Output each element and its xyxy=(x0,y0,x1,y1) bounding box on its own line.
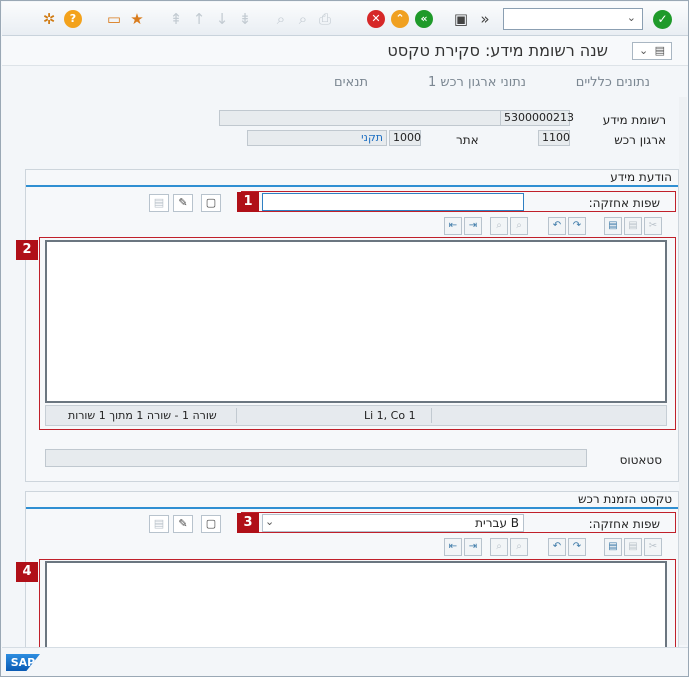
export-icon[interactable]: ⇥ xyxy=(464,538,482,556)
save-icon[interactable]: ▣ xyxy=(452,10,470,28)
help-icon[interactable]: ? xyxy=(64,10,82,28)
plant-label: אתר xyxy=(456,133,479,147)
info-record-desc xyxy=(219,110,501,126)
exit-icon[interactable]: ⌃ xyxy=(391,10,409,28)
cursor-position: Li 1, Co 1 xyxy=(364,409,416,422)
group-divider xyxy=(26,185,678,187)
dropdown-icon: ⌄ xyxy=(639,44,649,57)
command-field[interactable]: ⌄ xyxy=(503,8,643,30)
info-record-value: 5300000213 xyxy=(500,110,574,126)
edit-icon[interactable]: ✎ xyxy=(173,194,193,212)
toolbar: ✲ ? ▭ ★ ⇞ ↑ ↓ ⇟ ⌕ ⌕ ⎙ ✕ ⌃ « ▣ » ⌄ ✓ xyxy=(2,2,688,36)
import-icon[interactable]: ⇤ xyxy=(444,538,462,556)
cut-icon: ✂ xyxy=(644,538,662,556)
po-text-title: טקסט הזמנת רכש xyxy=(578,492,672,506)
cut-icon: ✂ xyxy=(644,217,662,235)
find-icon: ⌕ xyxy=(490,538,508,556)
info-memo-editor[interactable] xyxy=(45,240,667,403)
line-count: שורה 1 - שורה 1 מתוך 1 שורות xyxy=(68,409,217,422)
redo-icon[interactable]: ↷ xyxy=(568,217,586,235)
expand-icon[interactable]: » xyxy=(476,10,494,28)
info-record-label: רשומת מידע xyxy=(602,113,666,127)
new-doc-icon[interactable]: ▢ xyxy=(201,194,221,212)
menu-button[interactable]: ⌄ ▤ xyxy=(632,42,672,60)
layout-icon[interactable]: ▭ xyxy=(105,10,123,28)
info-memo-lang-label: שפות אחזקה: xyxy=(588,196,660,210)
back-icon[interactable]: « xyxy=(415,10,433,28)
copy-icon: ▤ xyxy=(149,515,169,533)
purch-org-value: 1100 xyxy=(538,130,570,146)
tab-purch-org-data[interactable]: נתוני ארגון רכש 1 xyxy=(428,75,526,90)
undo-icon[interactable]: ↶ xyxy=(548,217,566,235)
undo-icon[interactable]: ↶ xyxy=(548,538,566,556)
last-page-icon: ⇟ xyxy=(238,10,252,28)
import-icon[interactable]: ⇤ xyxy=(444,217,462,235)
paste-icon[interactable]: ▤ xyxy=(604,538,622,556)
find-next-icon: ⌕ xyxy=(510,538,528,556)
status-footer: SAP xyxy=(2,647,688,676)
title-bar: שנה רשומת מידע: סקירת טקסט ⌄ ▤ xyxy=(2,36,688,66)
favorites-icon[interactable]: ★ xyxy=(128,10,146,28)
editor-toolbar-2: ⇤ ⇥ ⌕ ⌕ ↶ ↷ ▤ ▤ ✂ xyxy=(444,538,669,556)
cancel-icon[interactable]: ✕ xyxy=(367,10,385,28)
tab-general-data[interactable]: נתונים כלליים xyxy=(576,75,650,90)
prev-page-icon: ↑ xyxy=(192,10,206,28)
status-label: סטאטוס xyxy=(619,453,662,467)
confirm-icon[interactable]: ✓ xyxy=(653,10,672,29)
scrollbar[interactable] xyxy=(679,97,687,645)
find-icon: ⌕ xyxy=(276,10,286,28)
po-text-lang-select[interactable]: B עברית xyxy=(262,514,524,532)
callout-badge-2: 2 xyxy=(16,240,38,260)
settings-icon[interactable]: ✲ xyxy=(40,10,58,28)
status-divider xyxy=(236,408,237,423)
chevron-down-icon[interactable]: ⌄ xyxy=(627,11,636,24)
po-text-lang-label: שפות אחזקה: xyxy=(588,517,660,531)
next-page-icon: ↓ xyxy=(215,10,229,28)
copy-icon: ▤ xyxy=(149,194,169,212)
copy-icon: ▤ xyxy=(624,217,642,235)
copy-icon: ▤ xyxy=(624,538,642,556)
callout-badge-3: 3 xyxy=(237,513,259,533)
export-icon[interactable]: ⇥ xyxy=(464,217,482,235)
page-title: שנה רשומת מידע: סקירת טקסט xyxy=(387,41,608,60)
find-next-icon: ⌕ xyxy=(298,10,308,28)
editor-status-bar: Li 1, Co 1 שורה 1 - שורה 1 מתוך 1 שורות xyxy=(45,405,667,426)
first-page-icon: ⇞ xyxy=(169,10,183,28)
sap-logo: SAP xyxy=(6,654,40,671)
group-divider xyxy=(26,507,678,509)
find-icon: ⌕ xyxy=(490,217,508,235)
status-value xyxy=(45,449,587,467)
plant-value: 1000 xyxy=(389,130,421,146)
info-memo-lang-input[interactable] xyxy=(262,193,524,211)
edit-icon[interactable]: ✎ xyxy=(173,515,193,533)
editor-toolbar-1: ⇤ ⇥ ⌕ ⌕ ↶ ↷ ▤ ▤ ✂ xyxy=(444,217,669,235)
redo-icon[interactable]: ↷ xyxy=(568,538,586,556)
tab-strip: נתונים כלליים נתוני ארגון רכש 1 תנאים xyxy=(2,67,688,97)
chevron-down-icon[interactable]: ⌄ xyxy=(265,515,274,528)
new-doc-icon[interactable]: ▢ xyxy=(201,515,221,533)
po-text-editor[interactable] xyxy=(45,561,667,647)
print-icon: ⎙ xyxy=(318,10,331,28)
callout-badge-1: 1 xyxy=(237,192,259,212)
callout-badge-4: 4 xyxy=(16,562,38,582)
sap-window: ✲ ? ▭ ★ ⇞ ↑ ↓ ⇟ ⌕ ⌕ ⎙ ✕ ⌃ « ▣ » ⌄ ✓ שנה … xyxy=(0,0,689,677)
window-icon: ▤ xyxy=(654,44,665,57)
status-divider xyxy=(431,408,432,423)
tab-conditions[interactable]: תנאים xyxy=(334,75,368,90)
type-value: תקני xyxy=(247,130,387,146)
info-memo-title: הודעת מידע xyxy=(610,170,672,184)
paste-icon[interactable]: ▤ xyxy=(604,217,622,235)
purch-org-label: ארגון רכש xyxy=(614,133,666,147)
find-next-icon: ⌕ xyxy=(510,217,528,235)
